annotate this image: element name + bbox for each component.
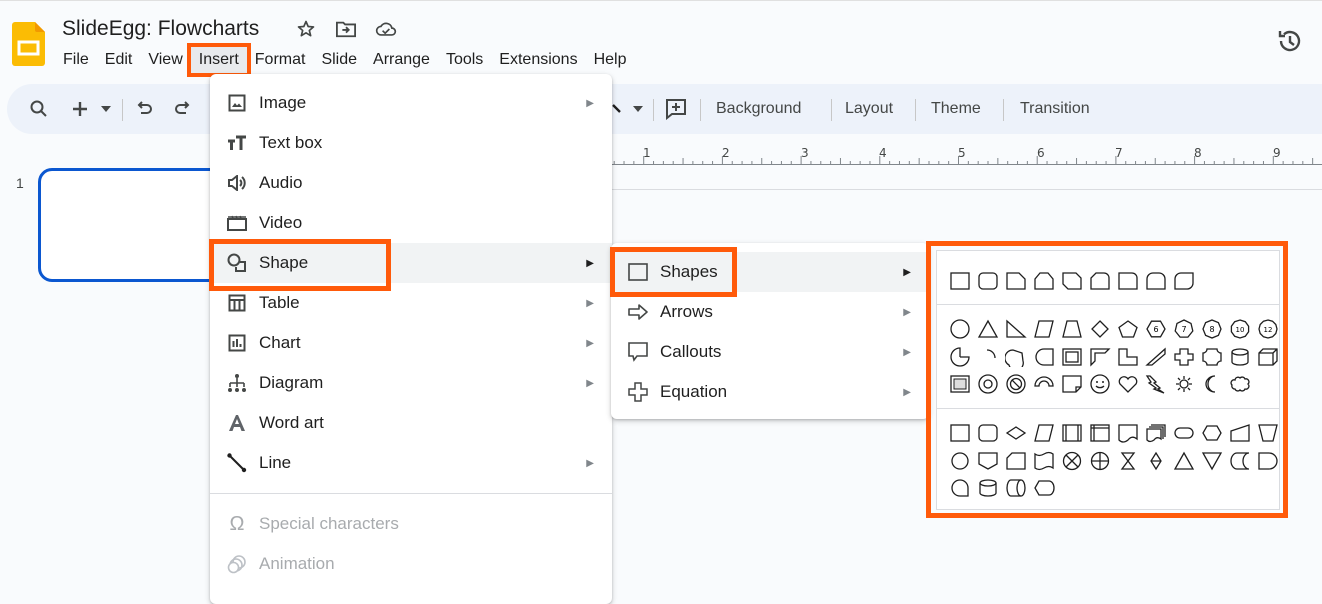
star-icon[interactable] bbox=[295, 18, 317, 40]
search-menus-icon[interactable] bbox=[29, 84, 49, 134]
slide-number: 1 bbox=[16, 175, 24, 191]
annotation-highlight-shape bbox=[209, 239, 391, 291]
toolbar-divider bbox=[653, 99, 654, 121]
undo-icon[interactable] bbox=[135, 84, 153, 134]
ruler-tick-label: 4 bbox=[879, 146, 887, 160]
arrow-icon bbox=[627, 301, 649, 323]
line-icon bbox=[226, 452, 248, 474]
text-box-icon bbox=[226, 132, 248, 154]
submenu-arrow-icon: ▶ bbox=[586, 337, 594, 349]
ruler-tick-label: 3 bbox=[801, 146, 809, 160]
ruler-tick-label: 6 bbox=[1037, 146, 1045, 160]
submenu-arrow-icon: ▶ bbox=[586, 97, 594, 109]
omega-icon: Ω bbox=[229, 512, 245, 535]
submenu-arrow-icon: ▶ bbox=[903, 386, 911, 398]
submenu-arrow-icon: ▶ bbox=[903, 306, 911, 318]
callout-icon bbox=[627, 341, 649, 363]
audio-icon bbox=[226, 172, 248, 194]
diagram-icon bbox=[226, 372, 248, 394]
submenu-arrow-icon: ▶ bbox=[903, 266, 911, 278]
slide-thumbnail[interactable] bbox=[38, 168, 238, 282]
menu-item-line[interactable]: Line ▶ bbox=[210, 443, 612, 483]
menu-item-text-box[interactable]: Text box bbox=[210, 123, 612, 163]
layout-button[interactable]: Layout bbox=[845, 84, 893, 134]
menu-divider bbox=[210, 493, 612, 494]
menu-item-equation[interactable]: Equation ▶ bbox=[611, 372, 929, 412]
slides-logo-icon[interactable] bbox=[12, 22, 45, 66]
cloud-saved-icon[interactable] bbox=[375, 18, 397, 40]
menu-item-image[interactable]: Image ▶ bbox=[210, 83, 612, 123]
ruler-tick-label: 8 bbox=[1194, 146, 1202, 160]
menu-item-chart[interactable]: Chart ▶ bbox=[210, 323, 612, 363]
comment-add-icon[interactable] bbox=[665, 84, 687, 134]
menu-item-word-art[interactable]: Word art bbox=[210, 403, 612, 443]
menu-view[interactable]: View bbox=[140, 47, 190, 73]
window-top-border bbox=[0, 0, 1322, 3]
canvas-divider bbox=[612, 189, 1322, 190]
new-slide-dropdown-icon[interactable] bbox=[101, 84, 111, 134]
menu-help[interactable]: Help bbox=[586, 47, 635, 73]
new-slide-icon[interactable] bbox=[71, 84, 89, 134]
ruler-tick-label: 1 bbox=[643, 146, 651, 160]
annotation-highlight-shapes bbox=[610, 247, 737, 297]
transition-button[interactable]: Transition bbox=[1020, 84, 1090, 134]
submenu-arrow-icon: ▶ bbox=[903, 346, 911, 358]
menu-extensions[interactable]: Extensions bbox=[491, 47, 585, 73]
toolbar-divider bbox=[915, 99, 916, 121]
video-icon bbox=[226, 212, 248, 234]
document-title[interactable]: SlideEgg: Flowcharts bbox=[62, 17, 259, 41]
menu-tools[interactable]: Tools bbox=[438, 47, 491, 73]
annotation-highlight-gallery bbox=[926, 241, 1288, 518]
menu-bar: File Edit View Insert Format Slide Arran… bbox=[55, 43, 635, 77]
ruler-tick-label: 9 bbox=[1273, 146, 1281, 160]
menu-file[interactable]: File bbox=[55, 47, 97, 73]
menu-arrange[interactable]: Arrange bbox=[365, 47, 438, 73]
menu-item-arrows[interactable]: Arrows ▶ bbox=[611, 292, 929, 332]
submenu-arrow-icon: ▶ bbox=[586, 457, 594, 469]
menu-slide[interactable]: Slide bbox=[313, 47, 365, 73]
move-to-folder-icon[interactable] bbox=[335, 18, 357, 40]
menu-item-video[interactable]: Video bbox=[210, 203, 612, 243]
table-icon bbox=[226, 292, 248, 314]
redo-icon[interactable] bbox=[174, 84, 192, 134]
menu-format[interactable]: Format bbox=[247, 47, 314, 73]
line-tool-icon[interactable] bbox=[612, 84, 622, 134]
insert-menu: Image ▶ Text box Audio Video Shape ▶ Tab… bbox=[210, 74, 612, 604]
menu-item-callouts[interactable]: Callouts ▶ bbox=[611, 332, 929, 372]
ruler-tick-label: 5 bbox=[958, 146, 966, 160]
plus-icon bbox=[627, 381, 649, 403]
toolbar-divider bbox=[700, 99, 701, 121]
toolbar-divider bbox=[831, 99, 832, 121]
menu-item-audio[interactable]: Audio bbox=[210, 163, 612, 203]
ruler-tick-label: 2 bbox=[722, 146, 730, 160]
horizontal-ruler: 1 2 3 4 5 6 7 8 9 bbox=[612, 140, 1322, 170]
submenu-arrow-icon: ▶ bbox=[586, 257, 594, 269]
menu-edit[interactable]: Edit bbox=[97, 47, 141, 73]
submenu-arrow-icon: ▶ bbox=[586, 377, 594, 389]
line-dropdown-icon[interactable] bbox=[633, 84, 643, 134]
toolbar-divider bbox=[122, 99, 123, 121]
background-button[interactable]: Background bbox=[716, 84, 801, 134]
word-art-icon bbox=[226, 412, 248, 434]
version-history-icon[interactable] bbox=[1276, 27, 1304, 55]
menu-item-animation: Animation bbox=[210, 544, 612, 584]
image-icon bbox=[226, 92, 248, 114]
animation-icon bbox=[226, 553, 248, 575]
submenu-arrow-icon: ▶ bbox=[586, 297, 594, 309]
chart-icon bbox=[226, 332, 248, 354]
toolbar: Background Layout Theme Transition bbox=[7, 84, 1322, 134]
menu-insert[interactable]: Insert bbox=[186, 43, 251, 77]
menu-item-diagram[interactable]: Diagram ▶ bbox=[210, 363, 612, 403]
menu-item-special-characters: Ω Special characters bbox=[210, 504, 612, 544]
ruler-tick-label: 7 bbox=[1115, 146, 1123, 160]
toolbar-divider bbox=[1003, 99, 1004, 121]
theme-button[interactable]: Theme bbox=[931, 84, 981, 134]
